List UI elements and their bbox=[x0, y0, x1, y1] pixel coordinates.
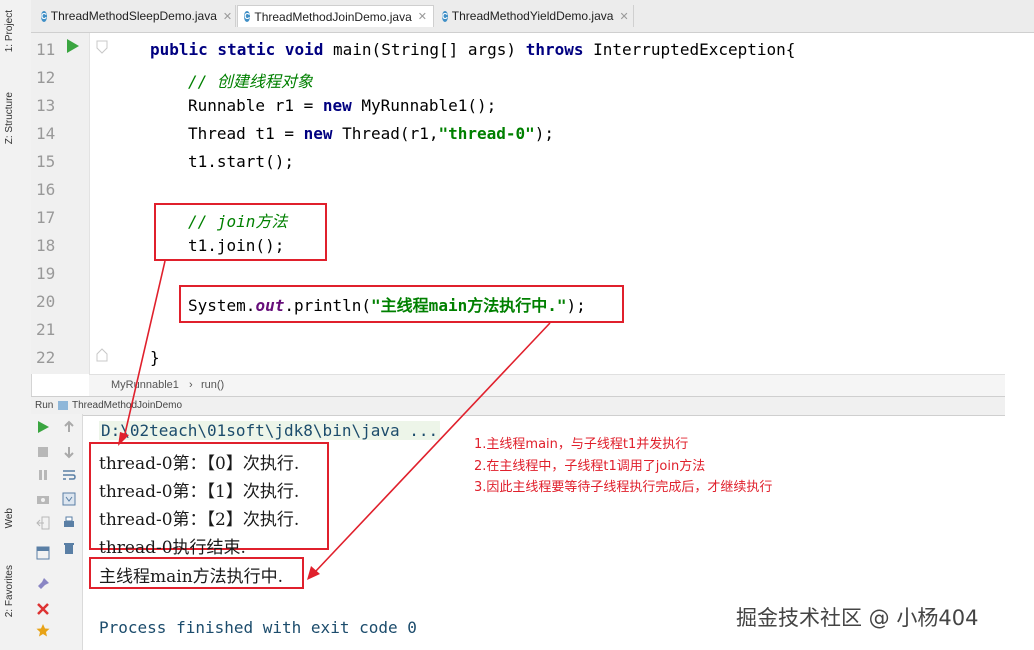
annotation-note: 3.因此主线程要等待子线程执行完成后，才继续执行 bbox=[474, 480, 773, 495]
annotation-note: 2.在主线程中，子线程t1调用了join方法 bbox=[474, 459, 706, 474]
annotation-arrows bbox=[118, 260, 551, 580]
watermark: 掘金技术社区 @ 小杨404 bbox=[736, 606, 979, 630]
annotation-note: 1.主线程main，与子线程t1并发执行 bbox=[474, 437, 689, 452]
